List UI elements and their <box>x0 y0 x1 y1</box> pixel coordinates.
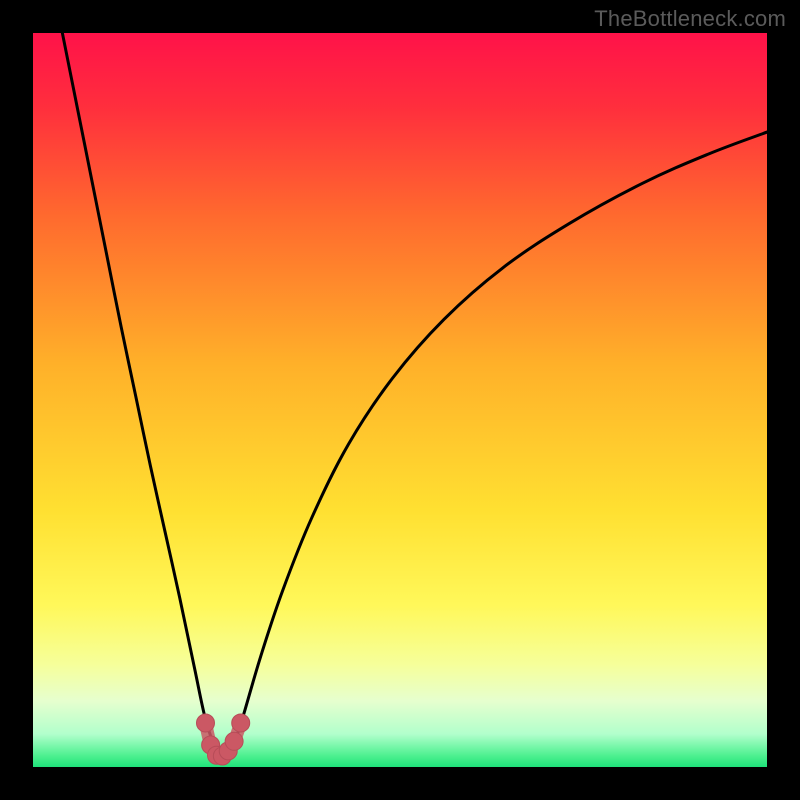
marker-dot <box>196 714 214 732</box>
marker-dot <box>225 732 243 750</box>
chart-curves <box>33 33 767 767</box>
marker-dots <box>196 714 249 765</box>
marker-dot <box>232 714 250 732</box>
watermark-text: TheBottleneck.com <box>594 6 786 32</box>
chart-frame: TheBottleneck.com <box>0 0 800 800</box>
plot-area <box>33 33 767 767</box>
curve-left-branch <box>62 33 216 752</box>
curve-right-branch <box>231 132 767 752</box>
